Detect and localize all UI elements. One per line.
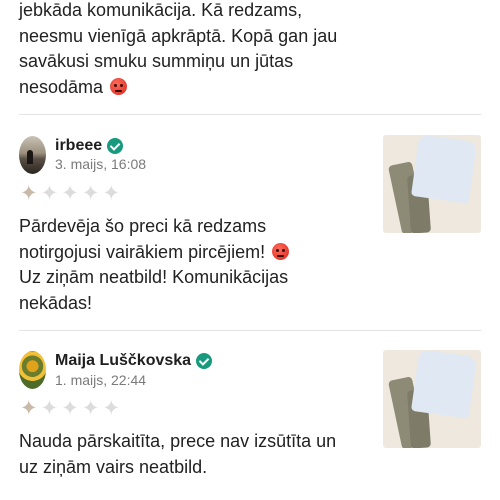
review-date: 3. maijs, 16:08: [55, 156, 147, 172]
reviewer-name-row: irbeee: [55, 137, 124, 155]
text-line: Uz ziņām neatbild! Komunikācijas: [19, 267, 289, 287]
review-date: 1. maijs, 22:44: [55, 372, 147, 388]
text-line: neesmu vienīgā apkrāptā. Kopā gan jau: [19, 25, 338, 46]
star-rating: ✦ ✦ ✦ ✦ ✦: [20, 183, 120, 204]
reviewer-name[interactable]: Maija Luščkovska: [55, 352, 191, 370]
star-empty-icon: ✦: [40, 182, 59, 205]
shirt-shape: [410, 350, 478, 419]
text-line: notirgojusi vairākiem pircējiem!: [19, 240, 364, 266]
reviewer-name[interactable]: irbeee: [55, 137, 102, 155]
reviewer-name-row: Maija Luščkovska: [55, 352, 213, 370]
star-empty-icon: ✦: [81, 182, 100, 205]
star-empty-icon: ✦: [61, 397, 79, 420]
star-rating: ✦ ✦ ✦ ✦ ✦: [20, 398, 120, 419]
star-empty-icon: ✦: [40, 397, 59, 420]
text-line-content: nesodāma: [19, 76, 104, 97]
text-line: uz ziņām vairs neatbild.: [19, 456, 208, 477]
text-line: nekādas!: [19, 292, 93, 313]
avatar[interactable]: [19, 351, 46, 389]
verified-check-icon: [196, 353, 213, 369]
text-line: savākusi smuku summiņu un jūtas: [19, 51, 294, 71]
shirt-shape: [410, 135, 478, 204]
review-photo[interactable]: [383, 350, 481, 448]
text-line-content: notirgojusi vairākiem pircējiem!: [19, 241, 266, 262]
verified-check-icon: [107, 138, 124, 154]
divider: [19, 330, 481, 331]
star-filled-icon: ✦: [20, 182, 38, 205]
star-empty-icon: ✦: [61, 182, 79, 205]
divider: [19, 114, 481, 115]
text-line: jebkāda komunikācija. Kā redzams,: [19, 0, 303, 20]
star-empty-icon: ✦: [81, 397, 100, 420]
star-filled-icon: ✦: [20, 397, 38, 420]
star-empty-icon: ✦: [102, 397, 121, 420]
angry-face-icon: [272, 242, 290, 260]
review-photo[interactable]: [383, 135, 481, 233]
angry-face-icon: [110, 77, 128, 95]
text-line: Nauda pārskaitīta, prece nav izsūtīta un: [19, 431, 337, 451]
previous-review-text: jebkāda komunikācija. Kā redzams, neesmu…: [19, 0, 379, 100]
review-text: Pārdevēja šo preci kā redzams notirgojus…: [19, 214, 364, 316]
avatar[interactable]: [19, 136, 46, 174]
review-text: Nauda pārskaitīta, prece nav izsūtīta un…: [19, 429, 364, 480]
text-line: nesodāma: [19, 75, 379, 101]
star-empty-icon: ✦: [102, 182, 121, 205]
text-line: Pārdevēja šo preci kā redzams: [19, 216, 267, 236]
